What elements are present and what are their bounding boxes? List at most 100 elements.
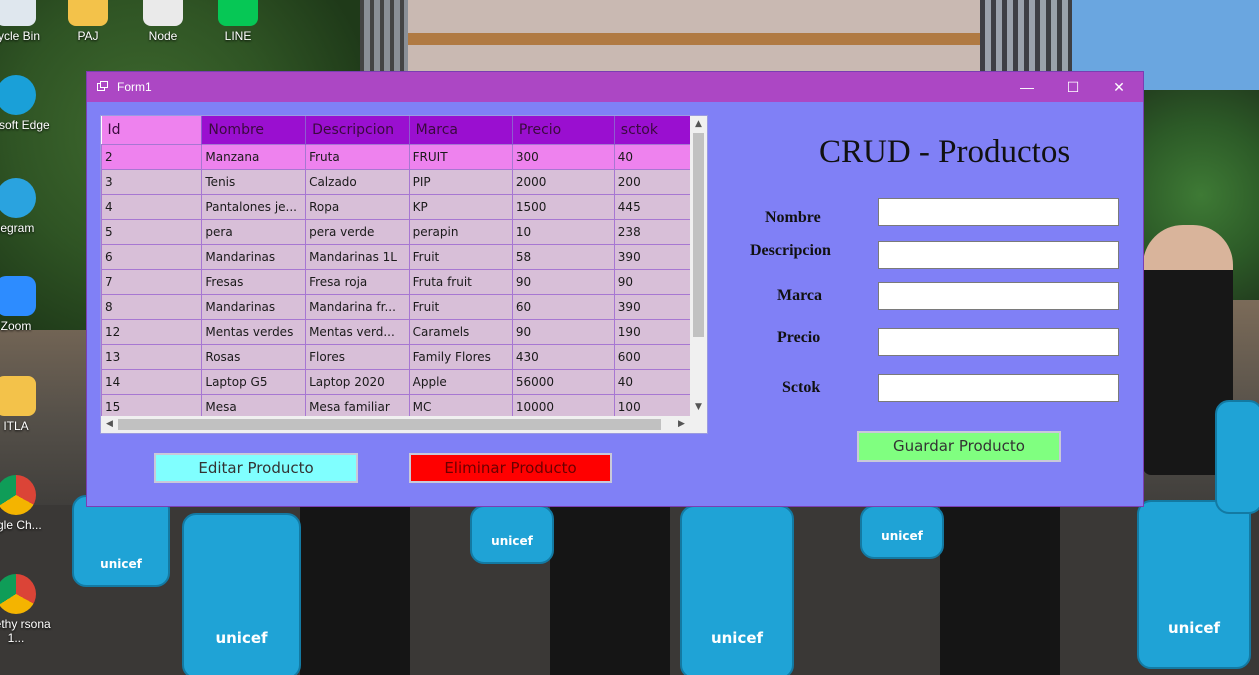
scroll-left-icon[interactable]: ◀ bbox=[101, 416, 118, 433]
table-cell[interactable]: Tenis bbox=[201, 169, 307, 195]
table-cell[interactable]: Mentas verd... bbox=[305, 319, 410, 345]
table-row[interactable]: 2 Manzana Fruta FRUIT 300 40 bbox=[101, 144, 707, 170]
table-cell[interactable]: 58 bbox=[511, 244, 615, 270]
precio-input[interactable] bbox=[878, 328, 1119, 356]
table-cell[interactable]: Apple bbox=[408, 369, 513, 395]
table-cell[interactable]: 60 bbox=[511, 294, 615, 320]
table-cell[interactable]: pera verde bbox=[305, 219, 410, 245]
desktop-icon-label: nnethy rsona 1... bbox=[0, 617, 51, 645]
table-cell[interactable]: KP bbox=[408, 194, 513, 220]
scroll-up-icon[interactable]: ▲ bbox=[690, 116, 707, 133]
table-cell[interactable]: Flores bbox=[305, 344, 410, 370]
table-row[interactable]: 12 Mentas verdes Mentas verd... Caramels 90 1… bbox=[101, 319, 707, 345]
title-bar[interactable]: Form1 — ☐ ✕ bbox=[87, 72, 1143, 102]
table-row[interactable]: 8 Mandarinas Mandarina fr... Fruit 60 390 bbox=[101, 294, 707, 320]
table-cell[interactable]: 2 bbox=[101, 144, 203, 170]
table-row[interactable]: 7 Fresas Fresa roja Fruta fruit 90 90 bbox=[101, 269, 707, 295]
table-cell[interactable]: Laptop G5 bbox=[201, 369, 307, 395]
table-cell[interactable]: 8 bbox=[101, 294, 203, 320]
table-cell[interactable]: Calzado bbox=[305, 169, 410, 195]
save-product-button[interactable]: Guardar Producto bbox=[857, 431, 1061, 462]
products-data-grid[interactable]: Id Nombre Descripcion Marca Precio sctok… bbox=[100, 115, 708, 434]
scrollbar-thumb[interactable] bbox=[693, 133, 704, 337]
table-cell[interactable]: 430 bbox=[511, 344, 615, 370]
table-cell[interactable]: Fresa roja bbox=[305, 269, 410, 295]
table-cell[interactable]: 12 bbox=[101, 319, 203, 345]
maximize-button[interactable]: ☐ bbox=[1050, 72, 1096, 102]
table-cell[interactable]: 3 bbox=[101, 169, 203, 195]
table-cell[interactable]: Ropa bbox=[305, 194, 410, 220]
desktop-icon-recycle-bin[interactable]: cycle Bin bbox=[0, 0, 52, 43]
table-cell[interactable]: 7 bbox=[101, 269, 203, 295]
delete-product-button[interactable]: Eliminar Producto bbox=[409, 453, 612, 483]
wallpaper-building bbox=[360, 0, 410, 75]
table-row[interactable]: 13 Rosas Flores Family Flores 430 600 bbox=[101, 344, 707, 370]
table-row[interactable]: 3 Tenis Calzado PIP 2000 200 bbox=[101, 169, 707, 195]
table-cell[interactable]: 13 bbox=[101, 344, 203, 370]
desktop-icon-node[interactable]: Node bbox=[127, 0, 199, 43]
scroll-right-icon[interactable]: ▶ bbox=[673, 416, 690, 433]
table-cell[interactable]: Fruit bbox=[408, 244, 513, 270]
table-cell[interactable]: 5 bbox=[101, 219, 203, 245]
table-cell[interactable]: Fruta fruit bbox=[408, 269, 513, 295]
table-cell[interactable]: 2000 bbox=[511, 169, 615, 195]
vertical-scrollbar[interactable]: ▲ ▼ bbox=[690, 116, 707, 416]
desktop-icon-paj[interactable]: PAJ bbox=[52, 0, 124, 43]
table-cell[interactable]: Pantalones je... bbox=[201, 194, 307, 220]
table-cell[interactable]: Mandarina fr... bbox=[305, 294, 410, 320]
table-cell[interactable]: 300 bbox=[511, 144, 615, 170]
table-cell[interactable]: Manzana bbox=[201, 144, 307, 170]
table-cell[interactable]: 14 bbox=[101, 369, 203, 395]
column-header-id[interactable]: Id bbox=[101, 116, 203, 145]
desktop-icon-telegram[interactable]: legram bbox=[0, 178, 52, 235]
table-cell[interactable]: 90 bbox=[511, 319, 615, 345]
desktop-icon-zoom[interactable]: Zoom bbox=[0, 276, 52, 333]
marca-input[interactable] bbox=[878, 282, 1119, 310]
descripcion-input[interactable] bbox=[878, 241, 1119, 269]
table-cell[interactable]: Family Flores bbox=[408, 344, 513, 370]
horizontal-scrollbar[interactable]: ◀ ▶ bbox=[101, 416, 690, 433]
edit-product-button[interactable]: Editar Producto bbox=[154, 453, 358, 483]
table-cell[interactable]: Mandarinas bbox=[201, 244, 307, 270]
sctok-input[interactable] bbox=[878, 374, 1119, 402]
desktop-icon-chrome-profile[interactable]: nnethy rsona 1... bbox=[0, 574, 52, 645]
table-body: 2 Manzana Fruta FRUIT 300 40 3 Tenis Calzado PIP 2… bbox=[101, 144, 707, 420]
table-cell[interactable]: Fruit bbox=[408, 294, 513, 320]
column-header-precio[interactable]: Precio bbox=[512, 116, 615, 145]
desktop-icon-itla[interactable]: ITLA bbox=[0, 376, 52, 433]
table-cell[interactable]: 6 bbox=[101, 244, 203, 270]
scrollbar-thumb[interactable] bbox=[118, 419, 661, 430]
table-cell[interactable]: 90 bbox=[511, 269, 615, 295]
nombre-input[interactable] bbox=[878, 198, 1119, 226]
table-cell[interactable]: 56000 bbox=[511, 369, 615, 395]
table-cell[interactable]: PIP bbox=[408, 169, 513, 195]
table-cell[interactable]: 1500 bbox=[511, 194, 615, 220]
column-header-marca[interactable]: Marca bbox=[409, 116, 513, 145]
table-cell[interactable]: Rosas bbox=[201, 344, 307, 370]
table-cell[interactable]: Mandarinas 1L bbox=[305, 244, 410, 270]
table-cell[interactable]: Fresas bbox=[201, 269, 307, 295]
table-cell[interactable]: FRUIT bbox=[408, 144, 513, 170]
column-header-nombre[interactable]: Nombre bbox=[201, 116, 307, 145]
table-row[interactable]: 6 Mandarinas Mandarinas 1L Fruit 58 390 bbox=[101, 244, 707, 270]
table-row[interactable]: 14 Laptop G5 Laptop 2020 Apple 56000 40 bbox=[101, 369, 707, 395]
table-cell[interactable]: 4 bbox=[101, 194, 203, 220]
table-row[interactable]: 5 pera pera verde perapin 10 238 bbox=[101, 219, 707, 245]
table-cell[interactable]: 10 bbox=[511, 219, 615, 245]
wallpaper-building bbox=[980, 0, 1072, 75]
table-cell[interactable]: pera bbox=[201, 219, 307, 245]
table-cell[interactable]: Fruta bbox=[305, 144, 410, 170]
desktop-icon-chrome[interactable]: ogle Ch... bbox=[0, 475, 52, 532]
table-cell[interactable]: Caramels bbox=[408, 319, 513, 345]
minimize-button[interactable]: — bbox=[1004, 72, 1050, 102]
column-header-descripcion[interactable]: Descripcion bbox=[305, 116, 410, 145]
table-cell[interactable]: Laptop 2020 bbox=[305, 369, 410, 395]
table-cell[interactable]: perapin bbox=[408, 219, 513, 245]
table-row[interactable]: 4 Pantalones je... Ropa KP 1500 445 bbox=[101, 194, 707, 220]
table-cell[interactable]: Mentas verdes bbox=[201, 319, 307, 345]
table-cell[interactable]: Mandarinas bbox=[201, 294, 307, 320]
scroll-down-icon[interactable]: ▼ bbox=[690, 399, 707, 416]
desktop-icon-edge[interactable]: crosoft Edge bbox=[0, 75, 52, 132]
close-button[interactable]: ✕ bbox=[1096, 72, 1142, 102]
desktop-icon-line[interactable]: LINE bbox=[202, 0, 274, 43]
